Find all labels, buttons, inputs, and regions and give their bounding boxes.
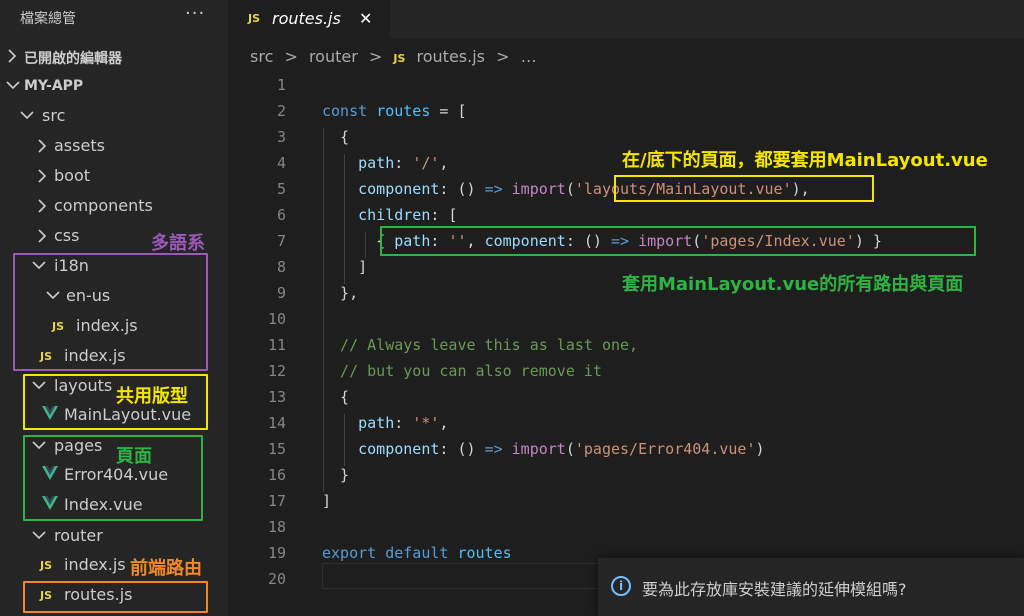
i18n-highlight-box [13,253,208,371]
code-token: import [511,440,566,458]
explorer-header: 檔案總管 ··· [0,0,228,38]
code-token: : () [439,440,485,458]
more-actions-icon[interactable]: ··· [185,3,205,24]
tree-folder-components[interactable]: components [0,191,228,221]
tree-label: router [54,526,103,545]
code-token: component [322,440,440,458]
code-line: component: () => import('pages/Error404.… [322,440,765,458]
code-token: , [439,414,449,432]
tree-folder-src[interactable]: src [0,101,228,131]
explorer-sidebar: 檔案總管 ··· 已開啟的編輯器 MY-APP src assets boot … [0,0,228,616]
tree-label: assets [54,136,105,155]
pages-annotation: 頁面 [116,446,152,467]
code-token: // Always leave this as last one, [322,336,639,354]
code-token: children [322,206,431,224]
open-editors-section[interactable]: 已開啟的編輯器 [0,42,228,72]
current-line-highlight [322,563,602,589]
code-token: ] [322,258,368,276]
code-token: routes [457,544,512,562]
code-token: 'pages/Error404.vue' [574,440,756,458]
chevron-down-icon [20,109,34,121]
notification-message: 要為此存放庫安裝建議的延伸模組嗎? [642,580,907,599]
code-token: => [484,180,503,198]
editor-area: JS routes.js ✕ src > router > JS routes.… [228,0,1024,616]
code-token: // but you can also remove it [322,362,602,380]
code-line: ] [322,492,331,510]
mainlayout-highlight-box [614,175,874,202]
tree-folder-boot[interactable]: boot [0,161,228,191]
chevron-right-icon [36,229,48,243]
code-token: ) [755,440,765,458]
i18n-annotation: 多語系 [151,233,205,254]
chevron-down-icon [6,79,20,91]
code-line: // but you can also remove it [322,362,602,380]
project-label: MY-APP [24,78,84,94]
code-token: import [511,180,566,198]
code-token: '*' [412,414,440,432]
code-token: component [322,180,440,198]
code-token: routes [376,102,431,120]
explorer-title: 檔案總管 [20,11,76,27]
code-token: }, [322,284,359,302]
children-annotation: 套用MainLayout.vue的所有路由與頁面 [622,274,964,295]
code-token: : [394,154,413,172]
code-token: { [322,128,350,146]
code-token: ( [565,180,575,198]
notification-toast[interactable]: i 要為此存放庫安裝建議的延伸模組嗎? [598,558,1024,616]
layouts-annotation: 共用版型 [116,386,188,407]
code-line: // Always leave this as last one, [322,336,638,354]
info-icon: i [611,576,631,596]
code-token: path [322,154,395,172]
js-file-icon: JS [40,559,53,572]
chevron-right-icon [36,199,48,213]
code-token: => [484,440,503,458]
code-token: '/' [412,154,440,172]
code-token: ( [565,440,575,458]
tree-label: index.js [64,555,126,574]
code-token: } [322,466,350,484]
code-line: }, [322,284,358,302]
code-token: : [ [430,206,458,224]
pages-highlight-box [23,435,203,521]
code-line: path: '*', [322,414,448,432]
mainlayout-annotation: 在/底下的頁面，都要套用MainLayout.vue [622,150,988,171]
code-line: export default routes [322,544,512,562]
chevron-right-icon [6,49,18,63]
routes-highlight-box [23,581,208,613]
code-token: = [ [430,102,467,120]
code-line: } [322,466,349,484]
code-token: export default [322,544,458,562]
children-highlight-box [380,226,976,256]
code-token: ] [322,492,332,510]
tree-folder-router[interactable]: router [0,521,228,551]
code-token: : [394,414,413,432]
code-line: ] [322,258,367,276]
project-section[interactable]: MY-APP [0,72,228,102]
code-token: const [322,102,377,120]
code-line: const routes = [ [322,102,467,120]
code-token: : () [439,180,485,198]
tree-label: boot [54,166,91,185]
code-token: path [322,414,395,432]
code-editor[interactable]: const routes = [ { path: '/', component:… [228,0,1024,616]
code-line: children: [ [322,206,457,224]
chevron-right-icon [36,139,48,153]
open-editors-label: 已開啟的編輯器 [24,51,122,67]
code-token: { [322,388,350,406]
chevron-right-icon [36,169,48,183]
tree-label: src [42,106,66,125]
code-line: { [322,128,349,146]
code-line: { [322,388,349,406]
code-token: , [439,154,449,172]
tree-label: css [54,226,80,245]
chevron-down-icon [32,529,46,541]
router-annotation: 前端路由 [130,558,202,579]
tree-folder-assets[interactable]: assets [0,131,228,161]
code-line: path: '/', [322,154,448,172]
tree-label: components [54,196,153,215]
